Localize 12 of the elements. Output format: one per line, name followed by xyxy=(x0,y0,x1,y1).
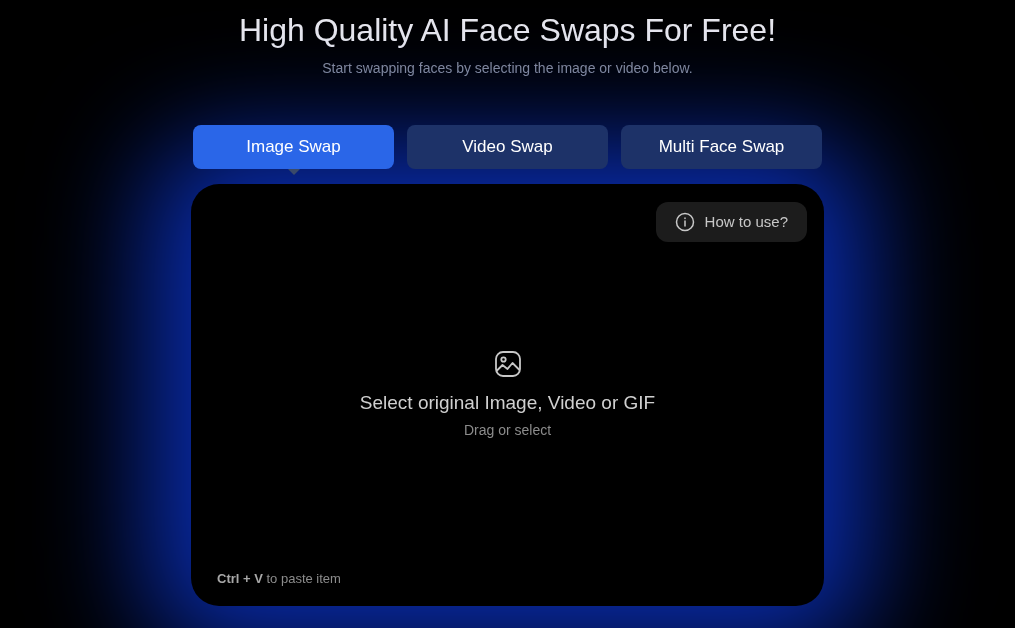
tab[interactable]: Video Swap xyxy=(407,125,608,169)
upload-dropzone[interactable]: How to use? Select original Image, Video or GIF Drag or select Ctrl + V to paste item xyxy=(191,184,824,606)
paste-hint: Ctrl + V to paste item xyxy=(217,569,341,588)
tab-pointer-icon xyxy=(287,169,300,175)
page-subtitle: Start swapping faces by selecting the image or video below. xyxy=(322,59,693,78)
how-to-use-button[interactable]: How to use? xyxy=(655,202,807,242)
upload-prompt: Select original Image, Video or GIF xyxy=(359,391,656,415)
info-icon xyxy=(674,212,695,232)
upload-hint: Drag or select xyxy=(463,420,552,440)
tab[interactable]: Multi Face Swap xyxy=(621,125,822,169)
page-title: High Quality AI Face Swaps For Free! xyxy=(238,11,777,50)
image-icon xyxy=(493,350,522,378)
